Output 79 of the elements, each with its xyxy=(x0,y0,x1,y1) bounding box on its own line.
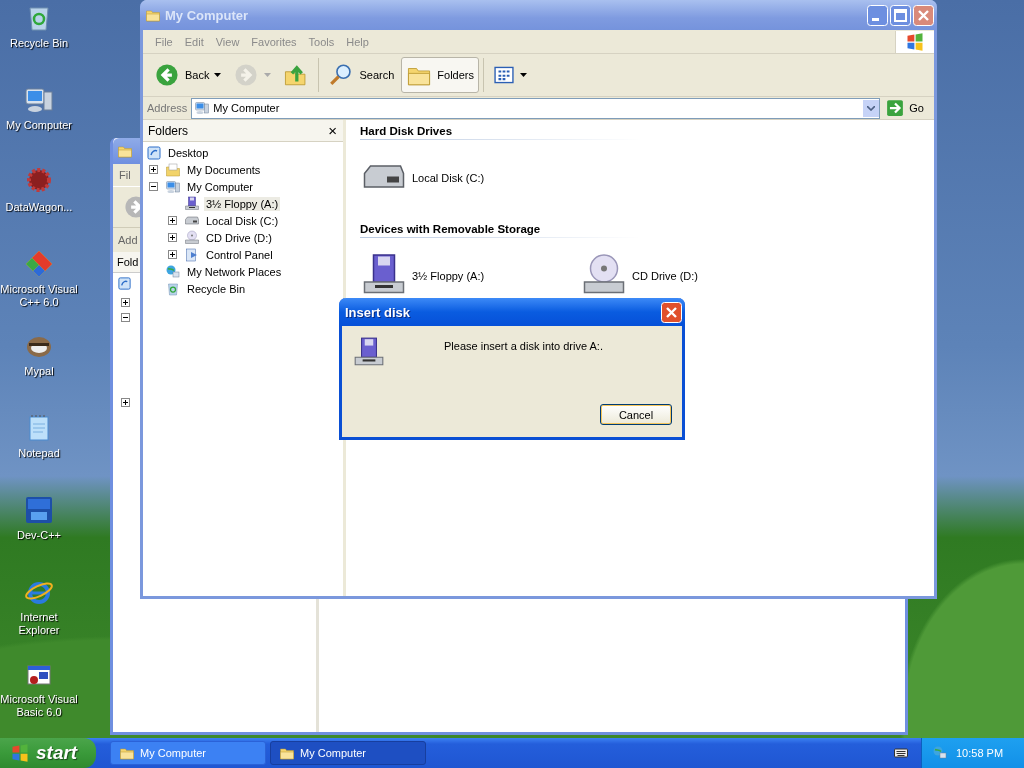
desktop-icon-label[interactable]: Mypal xyxy=(0,365,78,378)
dialog-title: Insert disk xyxy=(345,304,411,320)
desktop-icon-label[interactable]: Dev-C++ xyxy=(0,529,78,542)
expand-icon[interactable] xyxy=(149,165,158,174)
start-button[interactable]: start xyxy=(0,738,96,768)
go-icon xyxy=(886,99,905,117)
desktop-icon-label[interactable]: Recycle Bin xyxy=(0,37,78,50)
drive-label[interactable]: Local Disk (C:) xyxy=(412,172,485,184)
expand-icon[interactable] xyxy=(121,397,130,406)
windows-logo-icon xyxy=(905,31,925,52)
tree-item[interactable]: Local Disk (C:) xyxy=(204,213,281,228)
minimize-button[interactable] xyxy=(867,4,888,26)
caret-icon xyxy=(214,73,222,77)
computer-icon xyxy=(165,178,181,195)
desktop-icon-label[interactable]: Microsoft Visual Basic 6.0 xyxy=(0,693,78,719)
address-label: Add xyxy=(118,234,138,246)
desktop-icon xyxy=(146,144,162,161)
search-button[interactable]: Search xyxy=(323,57,400,93)
tree-item[interactable]: 3½ Floppy (A:) xyxy=(204,196,281,211)
close-button[interactable] xyxy=(661,301,682,323)
cd-drive-icon xyxy=(184,229,200,246)
documents-folder-icon xyxy=(165,161,181,178)
network-icon xyxy=(165,263,181,280)
expand-icon[interactable] xyxy=(168,233,177,242)
taskbar-button[interactable]: My Computer xyxy=(110,741,266,765)
floppy-drive-icon xyxy=(184,195,200,212)
tree-item[interactable]: Recycle Bin xyxy=(185,281,248,296)
dialog-message: Please insert a disk into drive A:. xyxy=(444,340,603,352)
folder-icon xyxy=(145,7,161,23)
tree-item[interactable]: My Computer xyxy=(185,179,256,194)
folder-icon xyxy=(119,745,135,761)
maximize-button[interactable] xyxy=(890,4,911,26)
menu-item[interactable]: Fil xyxy=(119,169,131,181)
app-icon xyxy=(23,494,55,526)
collapse-icon[interactable] xyxy=(149,182,158,191)
folder-icon xyxy=(117,143,133,159)
caret-icon xyxy=(520,73,527,77)
dropdown-button[interactable] xyxy=(863,99,880,117)
close-button[interactable] xyxy=(913,4,934,26)
expand-icon[interactable] xyxy=(168,250,177,259)
view-grid-icon xyxy=(493,64,515,86)
caret-icon xyxy=(264,73,272,77)
go-button[interactable]: Go xyxy=(884,99,930,117)
clock: 10:58 PM xyxy=(956,747,1004,759)
network-icon xyxy=(932,745,948,761)
taskbar-button[interactable]: My Computer xyxy=(270,741,426,765)
tree-item[interactable]: CD Drive (D:) xyxy=(204,230,274,245)
expand-icon[interactable] xyxy=(168,216,177,225)
windows-logo-icon xyxy=(10,743,30,763)
pane-title: Fold xyxy=(117,256,139,268)
expand-icon[interactable] xyxy=(121,297,130,306)
drive-label[interactable]: CD Drive (D:) xyxy=(632,270,698,282)
address-field[interactable]: My Computer xyxy=(191,97,881,119)
group-header: Devices with Removable Storage xyxy=(360,220,640,238)
back-button[interactable]: Back xyxy=(149,57,227,93)
computer-icon xyxy=(194,100,211,116)
desktop-icon xyxy=(117,276,132,291)
keyboard-icon xyxy=(893,745,909,761)
tree-item[interactable]: Desktop xyxy=(166,145,211,160)
group-header: Hard Disk Drives xyxy=(360,122,640,140)
window-title: My Computer xyxy=(165,7,250,23)
desktop-icon-label[interactable]: DataWagon... xyxy=(0,201,78,214)
tree-item[interactable]: Control Panel xyxy=(204,247,275,262)
desktop-icon-label[interactable]: Microsoft Visual C++ 6.0 xyxy=(0,283,78,309)
tree-item[interactable]: My Network Places xyxy=(185,264,284,279)
folder-icon xyxy=(279,745,295,761)
desktop-icon-label[interactable]: My Computer xyxy=(0,119,78,132)
folders-button[interactable]: Folders xyxy=(401,57,479,93)
caret-icon xyxy=(867,105,876,111)
close-pane-button[interactable]: × xyxy=(328,122,337,139)
collapse-icon[interactable] xyxy=(121,312,130,321)
address-label: Address xyxy=(147,102,188,114)
tree-item[interactable]: My Documents xyxy=(185,162,263,177)
back-icon xyxy=(154,62,180,88)
desktop-icon-label[interactable]: Internet Explorer xyxy=(0,611,78,637)
cancel-button[interactable]: Cancel xyxy=(600,404,672,425)
drive-label[interactable]: 3½ Floppy (A:) xyxy=(412,270,485,282)
pane-title: Folders xyxy=(148,123,188,138)
recycle-bin-icon xyxy=(165,280,181,297)
